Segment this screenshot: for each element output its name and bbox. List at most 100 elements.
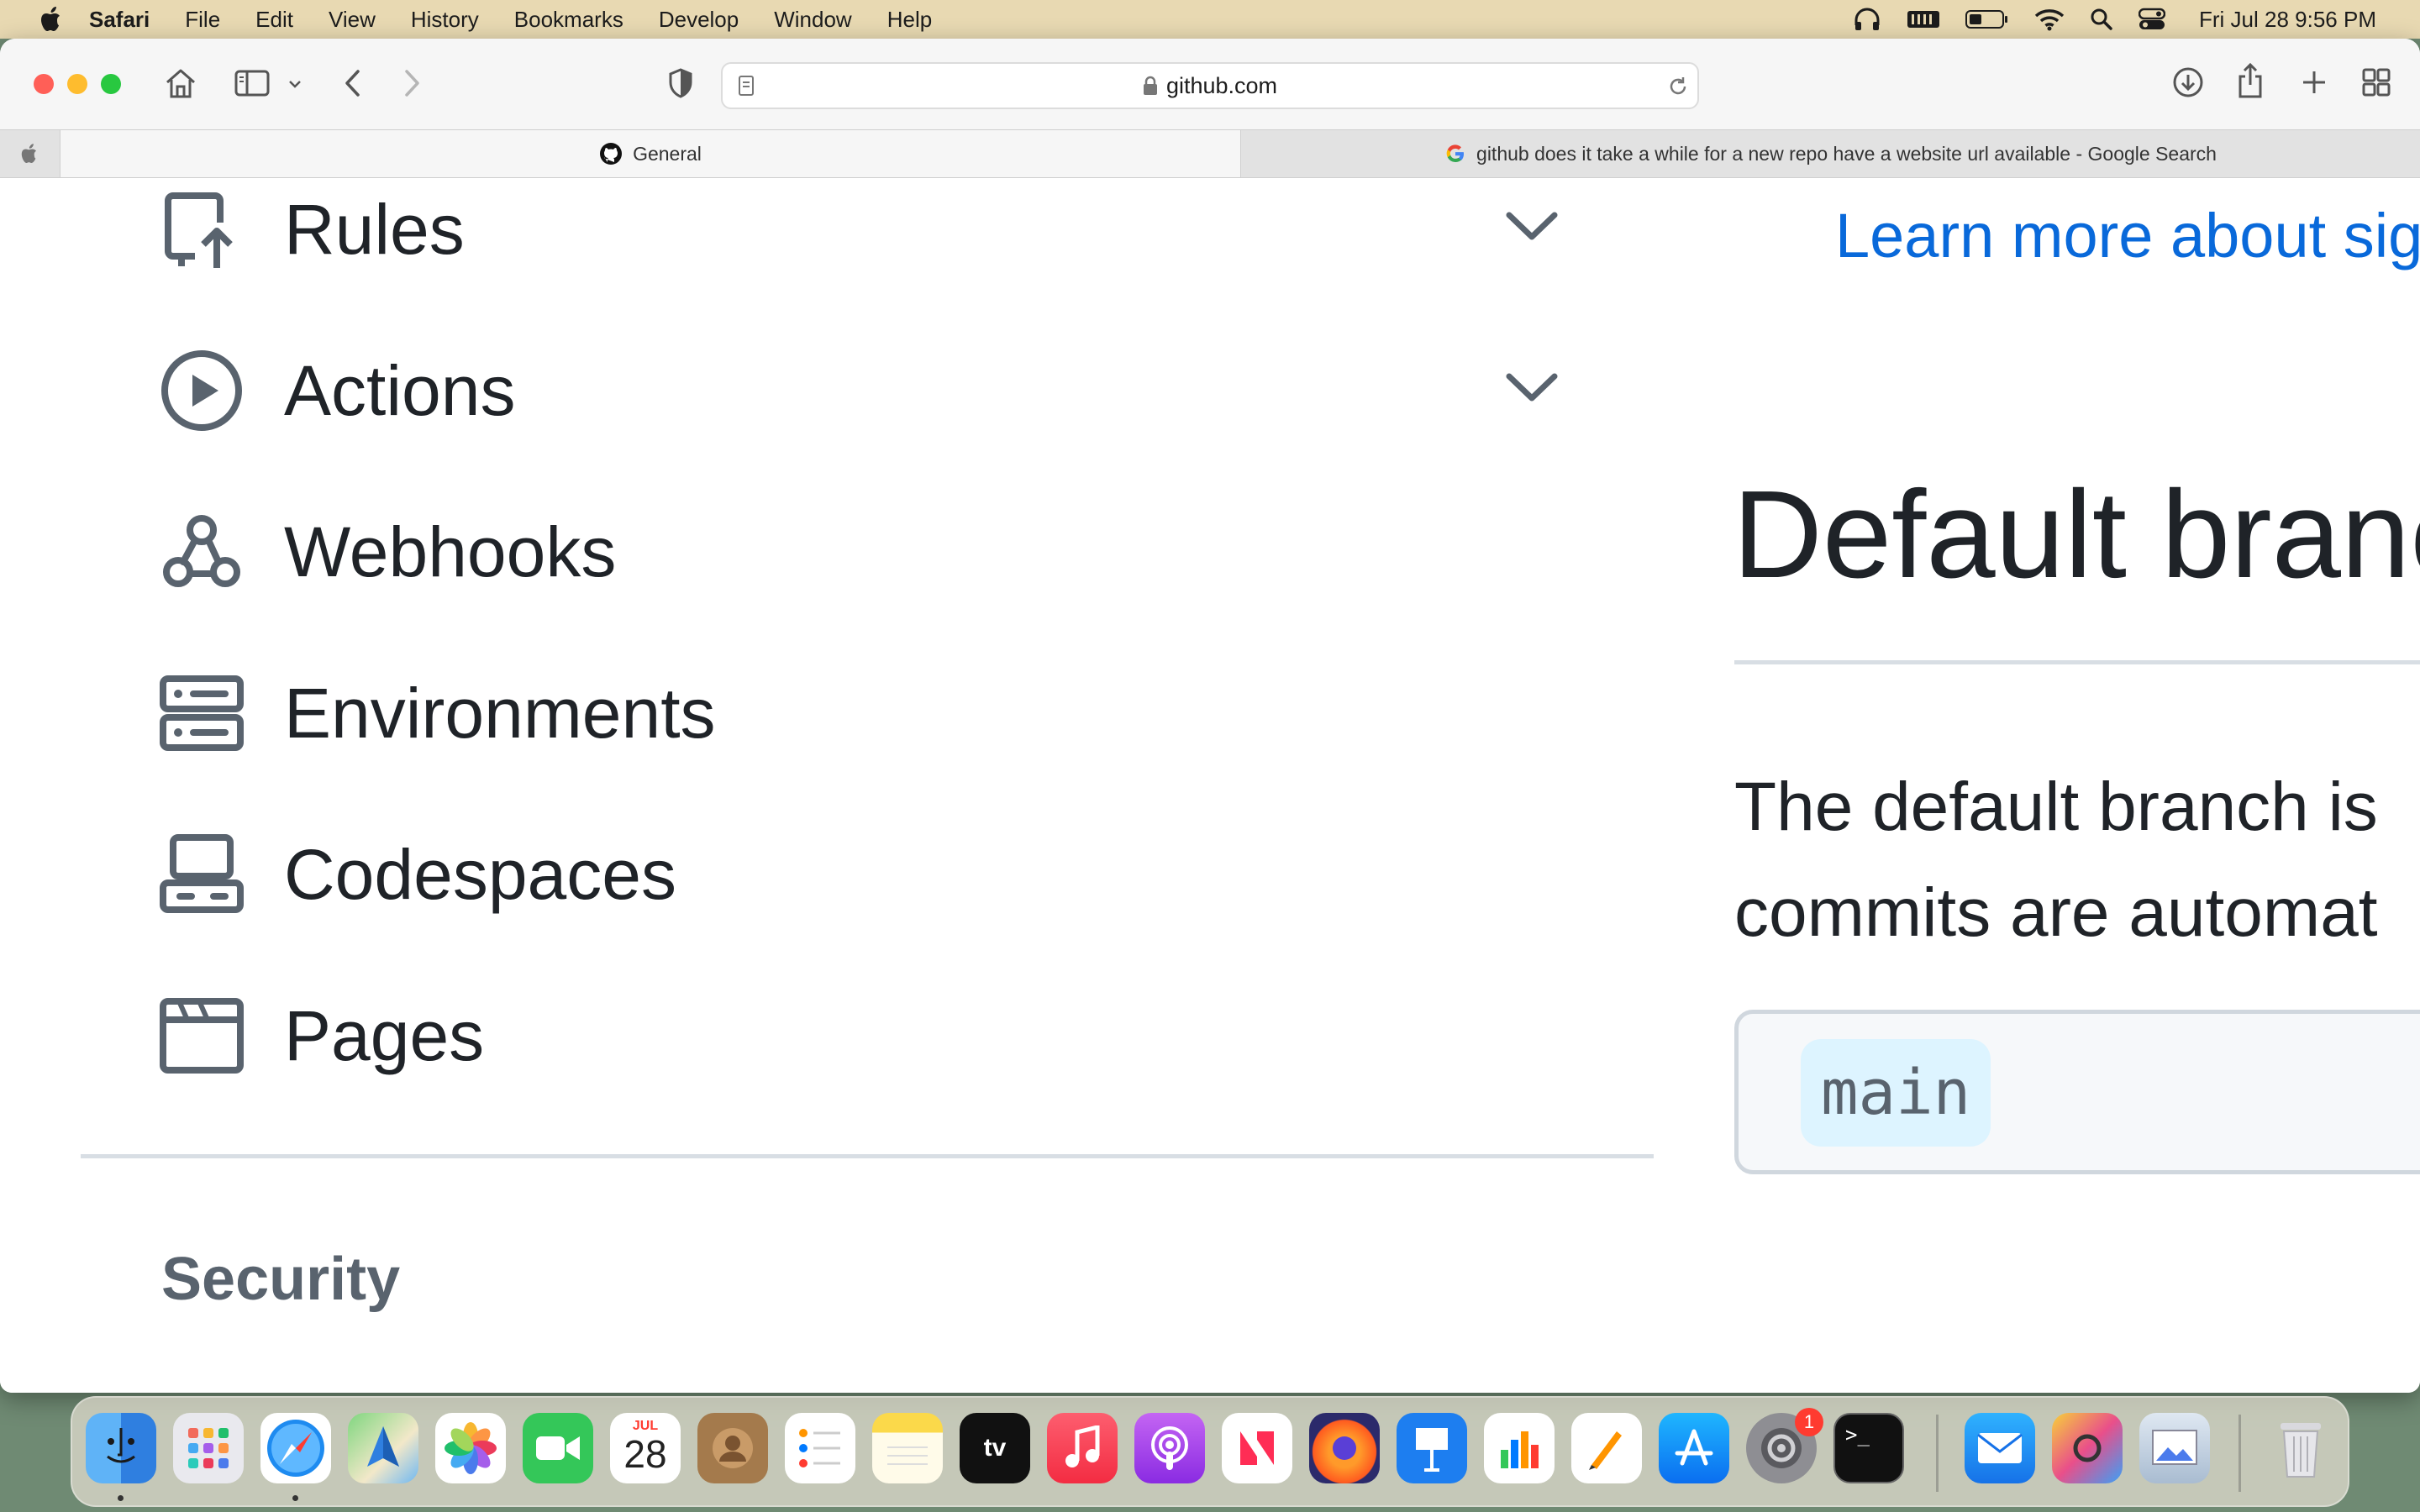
sidebar-toggle-icon[interactable] [232, 66, 272, 101]
apple-tv-icon[interactable]: tv [960, 1413, 1030, 1483]
calendar-icon[interactable]: JUL 28 [610, 1413, 681, 1483]
headphones-icon[interactable] [1853, 7, 1881, 32]
apple-menu-icon[interactable] [30, 0, 74, 39]
sidebar-item-environments[interactable]: Environments [160, 667, 716, 759]
dock: JUL 28 tv 1 >_ [71, 1396, 2349, 1507]
preview-icon[interactable] [2139, 1413, 2210, 1483]
reload-icon[interactable] [1665, 74, 1691, 99]
sidebar-divider [81, 1154, 1654, 1158]
running-indicator [292, 1495, 298, 1501]
control-center-icon[interactable] [2139, 8, 2166, 31]
facetime-icon[interactable] [523, 1413, 593, 1483]
sidebar-item-rules[interactable]: Rules [160, 183, 465, 276]
github-icon [600, 143, 623, 165]
description-line: commits are automat [1734, 874, 2378, 951]
maps-icon[interactable] [348, 1413, 418, 1483]
minimize-window-button[interactable] [67, 74, 87, 94]
menu-window[interactable]: Window [774, 7, 851, 33]
menu-help[interactable]: Help [887, 7, 932, 33]
running-indicator [118, 1495, 124, 1501]
reminders-icon[interactable] [785, 1413, 855, 1483]
menu-app-name[interactable]: Safari [89, 7, 150, 33]
wifi-icon[interactable] [2034, 8, 2065, 31]
menu-bookmarks[interactable]: Bookmarks [514, 7, 623, 33]
terminal-prompt-glyph: >_ [1845, 1423, 1870, 1446]
google-icon [1446, 144, 1465, 163]
chevron-down-icon[interactable] [284, 74, 306, 94]
sidebar-item-actions[interactable]: Actions [160, 344, 515, 437]
new-tab-icon[interactable] [2297, 66, 2331, 99]
music-icon[interactable] [1047, 1413, 1118, 1483]
menu-history[interactable]: History [411, 7, 479, 33]
keynote-icon[interactable] [1397, 1413, 1467, 1483]
photos-icon[interactable] [435, 1413, 506, 1483]
firefox-icon[interactable] [1309, 1413, 1380, 1483]
sidebar-item-label: Pages [284, 995, 485, 1075]
description-line: The default branch is [1734, 769, 2378, 845]
safari-icon[interactable] [260, 1413, 331, 1483]
forward-icon[interactable] [397, 66, 427, 101]
home-icon[interactable] [161, 64, 200, 102]
sidebar-item-codespaces[interactable]: Codespaces [160, 828, 676, 921]
menu-develop[interactable]: Develop [659, 7, 739, 33]
page-content: Rules Actions Webhooks Environments Code… [0, 178, 2420, 1393]
browser-toolbar: github.com [0, 39, 2420, 129]
pinned-tab-apple[interactable] [0, 130, 60, 177]
notes-icon[interactable] [872, 1413, 943, 1483]
news-icon[interactable] [1222, 1413, 1292, 1483]
dock-separator [2238, 1415, 2241, 1492]
sidebar-item-label: Rules [284, 189, 465, 269]
branch-name[interactable]: main [1801, 1039, 1991, 1147]
menubar-clock[interactable]: Fri Jul 28 9:56 PM [2199, 7, 2376, 33]
sidebar-section-heading: Security [161, 1246, 401, 1313]
close-window-button[interactable] [34, 74, 54, 94]
tab-overview-icon[interactable] [2360, 66, 2393, 99]
tab-label: General [633, 142, 702, 165]
menu-bar: Safari File Edit View History Bookmarks … [0, 0, 2420, 39]
sidebar-item-pages[interactable]: Pages [160, 990, 484, 1082]
pages-icon[interactable] [1571, 1413, 1642, 1483]
tab-google-search[interactable]: github does it take a while for a new re… [1240, 130, 2420, 177]
dock-separator [1936, 1415, 1939, 1492]
battery-icon[interactable] [1965, 8, 2009, 30]
zoom-window-button[interactable] [101, 74, 121, 94]
terminal-icon[interactable]: >_ [1833, 1413, 1904, 1483]
privacy-shield-icon[interactable] [664, 66, 697, 101]
trash-icon[interactable] [2265, 1413, 2336, 1483]
downloads-icon[interactable] [2170, 64, 2207, 101]
contacts-icon[interactable] [697, 1413, 768, 1483]
webhook-icon [160, 510, 244, 594]
tab-general[interactable]: General [60, 130, 1240, 177]
memory-icon[interactable] [1907, 8, 1940, 31]
heading-divider [1734, 660, 2420, 664]
menu-edit[interactable]: Edit [255, 7, 293, 33]
podcasts-icon[interactable] [1134, 1413, 1205, 1483]
numbers-icon[interactable] [1484, 1413, 1555, 1483]
rules-chevron-down-icon[interactable] [1502, 205, 1561, 247]
share-icon[interactable] [2233, 60, 2267, 101]
url-text: github.com [1165, 72, 1278, 98]
server-icon [160, 671, 244, 755]
address-bar[interactable]: github.com [721, 62, 1699, 109]
url-display[interactable]: github.com [723, 64, 1697, 108]
menu-file[interactable]: File [185, 7, 220, 33]
finder-icon[interactable] [86, 1413, 156, 1483]
page-heading: Default branc [1733, 465, 2420, 604]
notification-badge: 1 [1795, 1408, 1823, 1436]
learn-more-link[interactable]: Learn more about sig [1835, 200, 2420, 271]
launchpad-icon[interactable] [173, 1413, 244, 1483]
colorsync-icon[interactable] [2052, 1413, 2123, 1483]
system-settings-icon[interactable]: 1 [1746, 1408, 1823, 1483]
apple-tv-glyph: tv [983, 1434, 1007, 1462]
tab-bar: General github does it take a while for … [0, 129, 2420, 178]
sidebar-item-webhooks[interactable]: Webhooks [160, 506, 616, 598]
spotlight-search-icon[interactable] [2090, 8, 2113, 31]
app-store-icon[interactable] [1659, 1413, 1729, 1483]
sidebar-item-label: Actions [284, 350, 516, 430]
back-icon[interactable] [338, 66, 368, 101]
browser-icon [160, 994, 244, 1078]
menu-view[interactable]: View [329, 7, 376, 33]
sidebar-item-label: Environments [284, 673, 716, 753]
mail-icon[interactable] [1965, 1413, 2035, 1483]
actions-chevron-down-icon[interactable] [1502, 366, 1561, 408]
